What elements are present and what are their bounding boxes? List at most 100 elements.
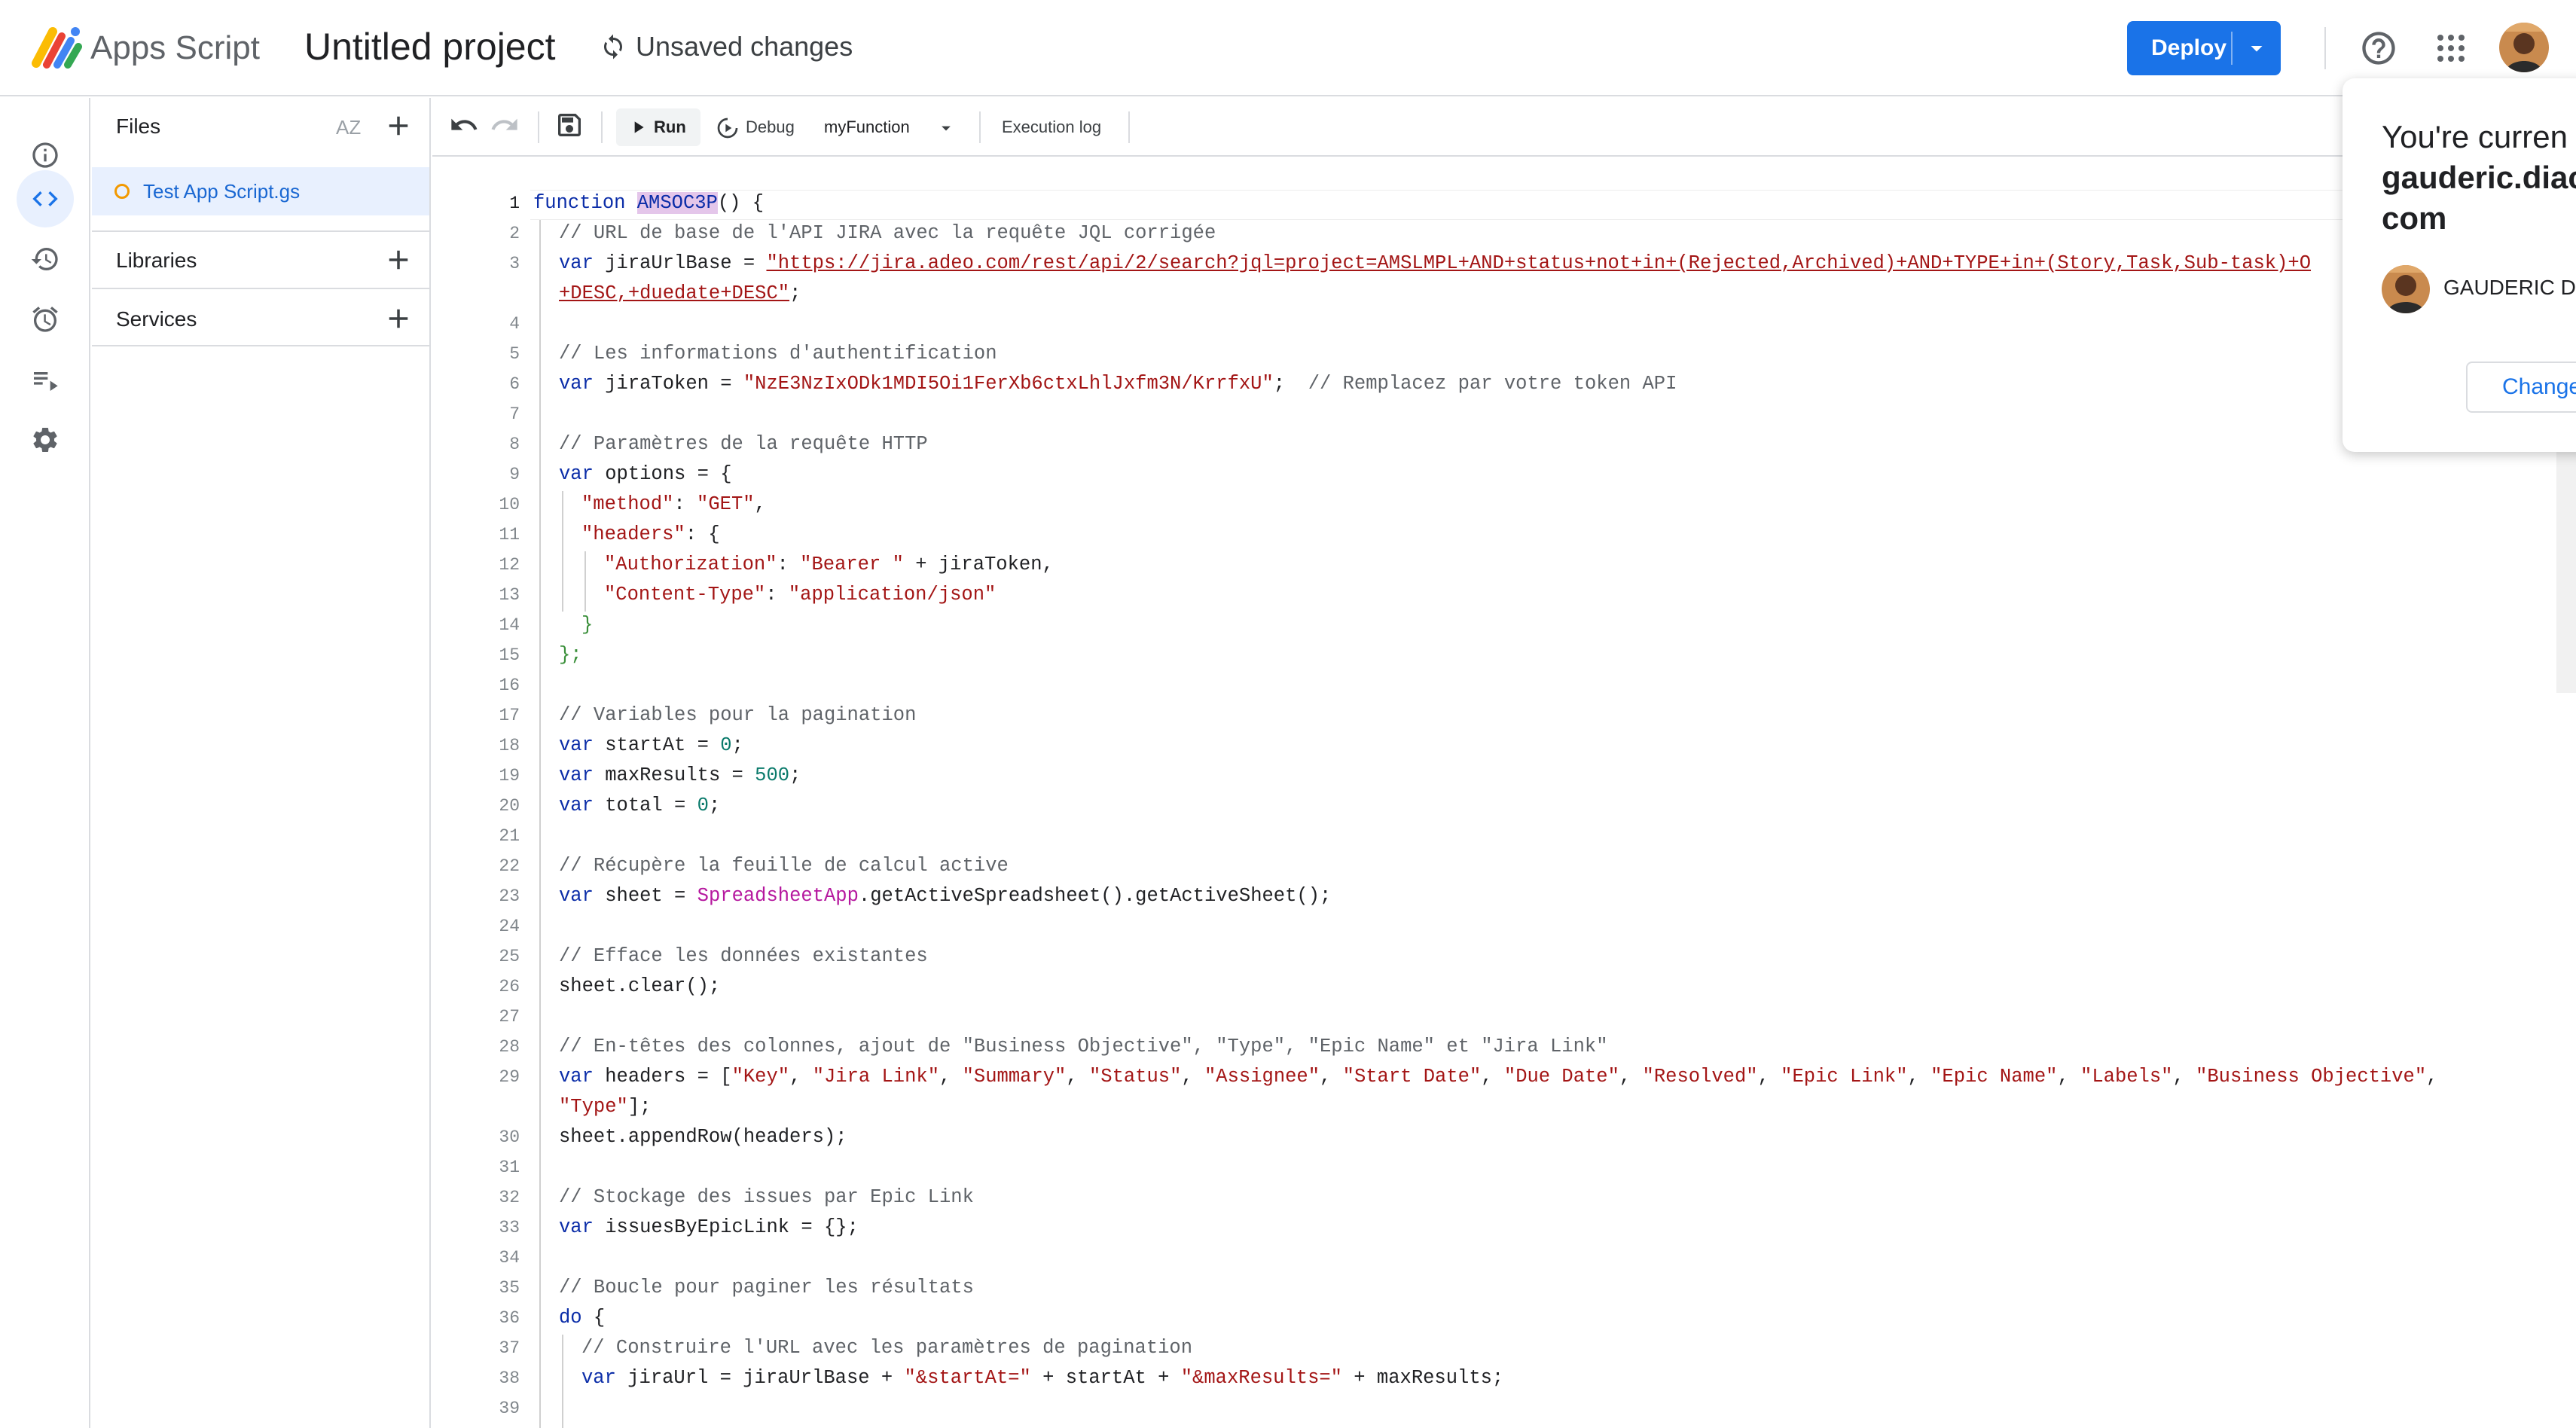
project-settings-button[interactable] (17, 411, 74, 468)
run-label: Run (654, 117, 686, 136)
editor-button[interactable] (17, 170, 74, 227)
line-number: 33 (499, 1218, 520, 1237)
change-account-button[interactable]: Change (2466, 362, 2576, 413)
line-number: 24 (499, 917, 520, 936)
debug-button[interactable]: Debug (716, 108, 810, 146)
line-number: 5 (509, 344, 520, 364)
line-number: 15 (499, 645, 520, 665)
toolbar-separator (979, 111, 981, 143)
line-number: 9 (509, 465, 520, 484)
line-number: 1 (509, 194, 520, 213)
code-line: var jiraToken = "NzE3NzIxODk1MDI5Oi1FerX… (559, 373, 1677, 395)
save-icon[interactable] (554, 110, 584, 140)
services-row[interactable]: Services (92, 291, 431, 346)
project-history-button[interactable] (17, 230, 74, 288)
add-file-icon[interactable] (383, 110, 414, 142)
line-number: 25 (499, 947, 520, 966)
code-line: "Authorization": "Bearer " + jiraToken, (604, 554, 1054, 575)
code-line: var headers = ["Key", "Jira Link", "Summ… (559, 1066, 2438, 1088)
redo-icon[interactable] (490, 110, 520, 140)
caret-down-icon[interactable] (2243, 35, 2270, 62)
code-line: do { (559, 1307, 606, 1329)
line-number: 10 (499, 495, 520, 514)
header-divider (2324, 27, 2326, 69)
sort-az-icon[interactable]: AZ (334, 111, 368, 142)
indent-guide (539, 220, 541, 1428)
account-name: GAUDERIC DI (2443, 276, 2576, 299)
line-number: 20 (499, 796, 520, 816)
toolbar-separator (601, 111, 603, 143)
code-line: +DESC,+duedate+DESC"; (559, 282, 801, 304)
line-number: 13 (499, 585, 520, 605)
code-line: // En-têtes des colonnes, ajout de "Busi… (559, 1036, 1608, 1057)
apps-script-logo[interactable] (30, 24, 84, 69)
save-status: Unsaved changes (636, 31, 853, 62)
code-line: var total = 0; (559, 795, 721, 816)
account-avatar[interactable] (2499, 23, 2549, 72)
deploy-button[interactable]: Deploy (2127, 21, 2281, 75)
code-line: var options = { (559, 463, 732, 485)
line-number: 12 (499, 555, 520, 575)
code-line: // Les informations d'authentification (559, 343, 997, 365)
indent-guide (562, 1335, 563, 1428)
account-popup-email: gauderic.diac (2382, 160, 2576, 195)
line-number: 7 (509, 404, 520, 424)
line-number: 8 (509, 435, 520, 454)
account-popup-line: You're curren (2382, 119, 2568, 154)
line-number: 30 (499, 1127, 520, 1147)
code-line: "method": "GET", (581, 493, 766, 515)
executions-button[interactable] (17, 351, 74, 408)
project-title[interactable]: Untitled project (304, 23, 556, 71)
add-library-icon[interactable] (383, 244, 414, 276)
play-icon (634, 121, 644, 133)
line-number: 17 (499, 706, 520, 725)
editor-toolbar: Run Debug myFunction Execution log (432, 98, 2576, 157)
toolbar-separator (1128, 111, 1130, 143)
caret-down-icon[interactable] (935, 117, 957, 139)
history-icon (31, 248, 58, 270)
divider (92, 288, 429, 289)
line-number: 37 (499, 1338, 520, 1358)
code-line: "Type"]; (559, 1096, 652, 1118)
info-icon (32, 142, 58, 168)
app-name[interactable]: Apps Script (90, 27, 260, 69)
code-icon (32, 191, 58, 206)
toolbar-separator (538, 111, 539, 143)
run-button[interactable]: Run (616, 108, 700, 146)
google-apps-icon[interactable] (2433, 30, 2469, 66)
debug-label: Debug (746, 117, 795, 136)
execution-log-button[interactable]: Execution log (1002, 108, 1101, 146)
current-line-highlight (530, 190, 2576, 220)
code-line: sheet.clear(); (559, 975, 721, 997)
code-line: var sheet = SpreadsheetApp.getActiveSpre… (559, 885, 1332, 907)
file-item[interactable]: Test App Script.gs (92, 167, 429, 215)
unsaved-indicator-icon (114, 184, 130, 199)
account-popup-email-end: com (2382, 200, 2447, 236)
line-number: 29 (499, 1067, 520, 1087)
help-icon[interactable] (2359, 29, 2398, 68)
indent-guide (584, 551, 586, 612)
line-number: 19 (499, 766, 520, 786)
triggers-button[interactable] (17, 291, 74, 348)
line-number: 28 (499, 1037, 520, 1057)
code-line: "Content-Type": "application/json" (604, 584, 997, 606)
add-service-icon[interactable] (383, 303, 414, 334)
code-line: var jiraUrl = jiraUrlBase + "&startAt=" … (581, 1367, 1504, 1389)
code-line: // Récupère la feuille de calcul active (559, 855, 1009, 877)
line-number: 16 (499, 676, 520, 695)
code-line: "headers": { (581, 523, 720, 545)
files-header: Files AZ (92, 98, 431, 154)
svg-text:AZ: AZ (336, 116, 361, 139)
settings-icon (33, 428, 57, 452)
line-number: 22 (499, 856, 520, 876)
code-line: // Boucle pour paginer les résultats (559, 1277, 974, 1298)
undo-icon[interactable] (449, 110, 479, 140)
line-number-gutter: 1 2 3 4 5 6 7 8 9 10 11 12 13 14 15 16 1… (432, 158, 520, 1428)
libraries-row[interactable]: Libraries (92, 232, 431, 288)
deploy-label: Deploy (2151, 35, 2227, 60)
function-select-value: myFunction (824, 117, 910, 136)
line-number: 6 (509, 374, 520, 394)
code-editor[interactable]: 1 2 3 4 5 6 7 8 9 10 11 12 13 14 15 16 1… (432, 158, 2576, 1428)
deploy-divider (2231, 32, 2233, 65)
line-number: 31 (499, 1158, 520, 1177)
